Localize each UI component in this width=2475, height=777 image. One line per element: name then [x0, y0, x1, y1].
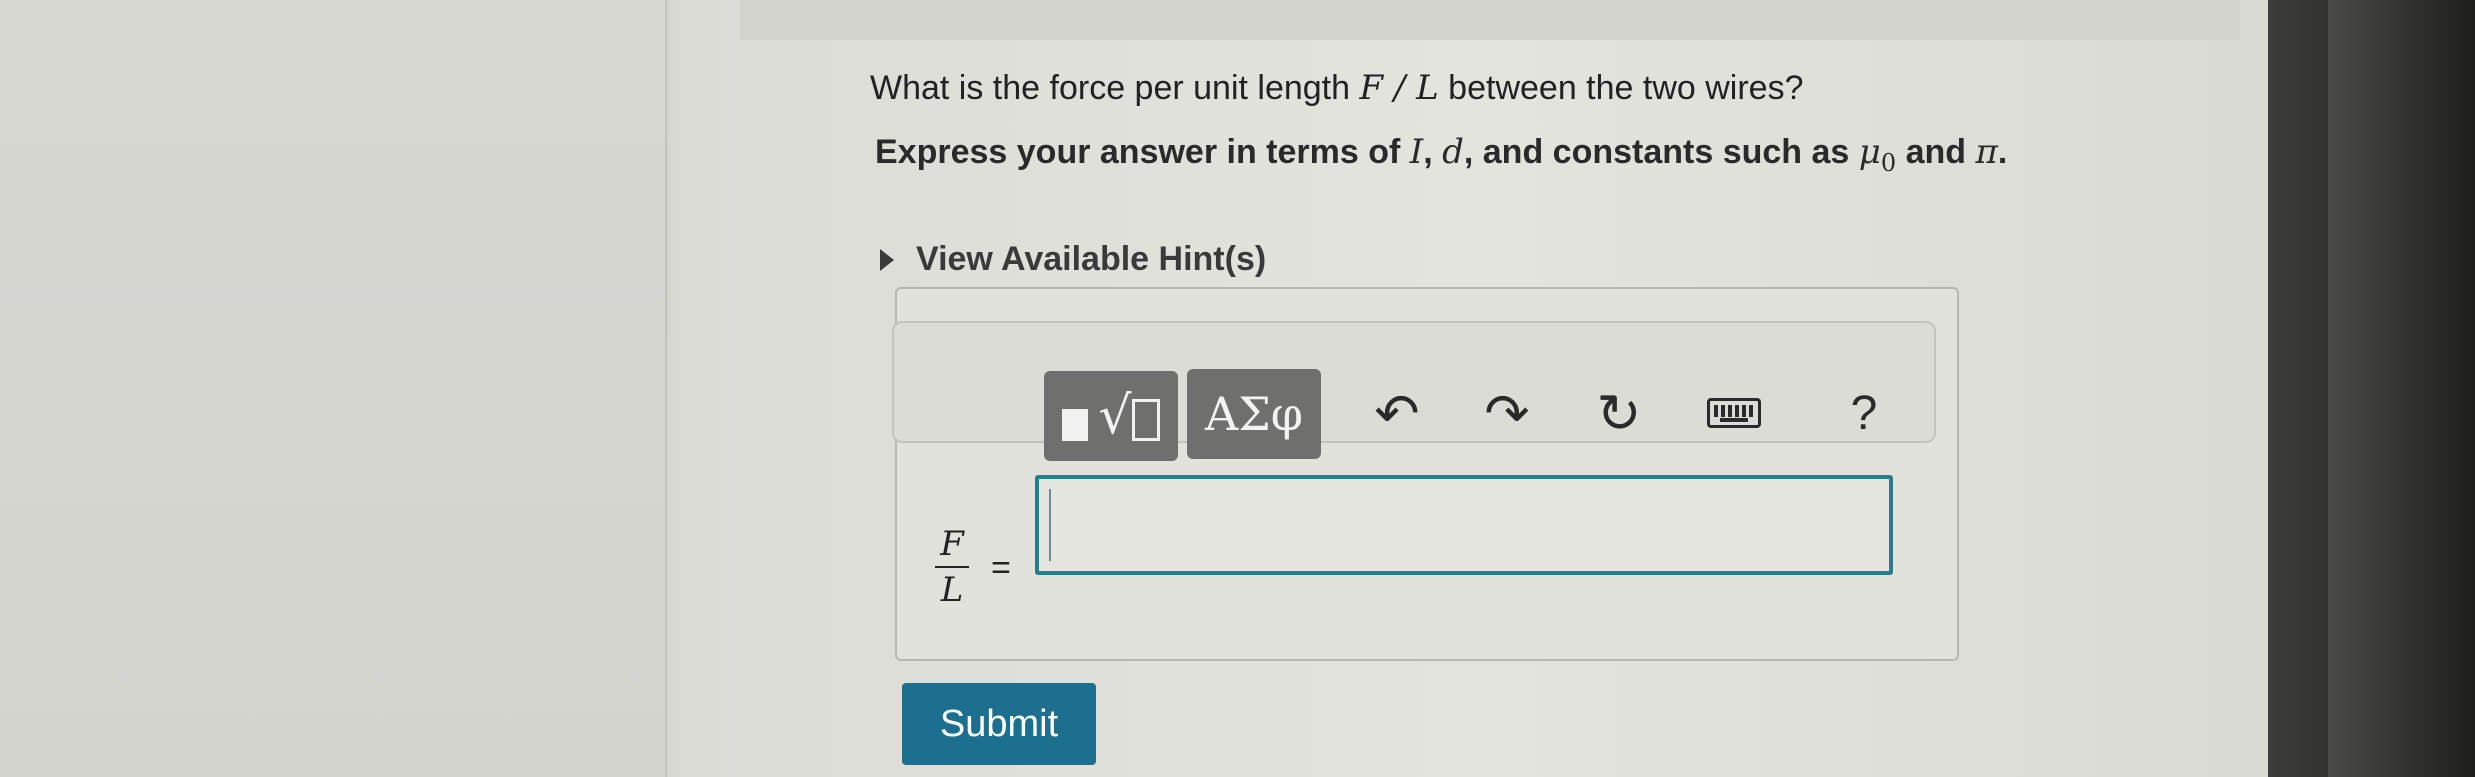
equals-sign: =: [991, 549, 1011, 587]
view-hints-toggle[interactable]: View Available Hint(s): [880, 240, 1266, 279]
instruction-and: and: [1896, 133, 1976, 171]
template-box-icon: [1131, 399, 1160, 441]
submit-button[interactable]: Submit: [902, 683, 1096, 765]
variable-i: I: [1409, 132, 1424, 172]
help-icon[interactable]: ?: [1829, 373, 1899, 453]
radical-icon: √: [1098, 386, 1132, 446]
answer-lhs-fraction: F L: [935, 524, 969, 610]
undo-icon[interactable]: ↶: [1362, 373, 1432, 453]
question-math: F / L: [1359, 68, 1439, 108]
answer-instruction: Express your answer in terms of I, d, an…: [875, 132, 2007, 177]
redo-icon[interactable]: ↷: [1472, 373, 1542, 453]
templates-button[interactable]: √: [1044, 371, 1178, 461]
fraction-bar: [935, 566, 969, 568]
right-edge-background: [2268, 0, 2475, 777]
instruction-end: .: [1997, 133, 2008, 171]
keyboard-shape: [1707, 398, 1761, 428]
answer-input[interactable]: [1035, 475, 1893, 575]
problem-content: What is the force per unit length F / L …: [870, 0, 2260, 777]
constant-mu: μ: [1858, 132, 1881, 172]
question-suffix: between the two wires?: [1438, 69, 1804, 107]
variable-d: d: [1442, 132, 1464, 172]
expand-triangle-icon: [880, 248, 894, 271]
lhs-denominator: L: [940, 570, 964, 610]
template-square-icon: [1062, 409, 1089, 441]
hint-label: View Available Hint(s): [916, 240, 1267, 278]
instruction-sep: ,: [1423, 133, 1443, 171]
left-background-panel: [0, 0, 667, 777]
right-edge-shadow: [2328, 0, 2475, 777]
constant-pi: π: [1975, 132, 1998, 172]
instruction-middle: , and constants such as: [1463, 133, 1859, 171]
instruction-prefix: Express your answer in terms of: [875, 133, 1410, 171]
text-caret: [1049, 489, 1051, 561]
lhs-numerator: F: [940, 524, 964, 564]
greek-symbols-button[interactable]: ΑΣφ: [1187, 369, 1321, 459]
keyboard-icon[interactable]: [1699, 373, 1769, 453]
reset-icon[interactable]: ↻: [1584, 373, 1654, 453]
question-prefix: What is the force per unit length: [870, 69, 1360, 107]
question-text: What is the force per unit length F / L …: [870, 68, 1804, 108]
answer-box: √ ΑΣφ ↶ ↷ ↻ ? F L =: [892, 287, 1959, 661]
constant-mu-subscript: 0: [1880, 148, 1897, 177]
math-toolbar: √ ΑΣφ ↶ ↷ ↻ ?: [892, 321, 1936, 461]
